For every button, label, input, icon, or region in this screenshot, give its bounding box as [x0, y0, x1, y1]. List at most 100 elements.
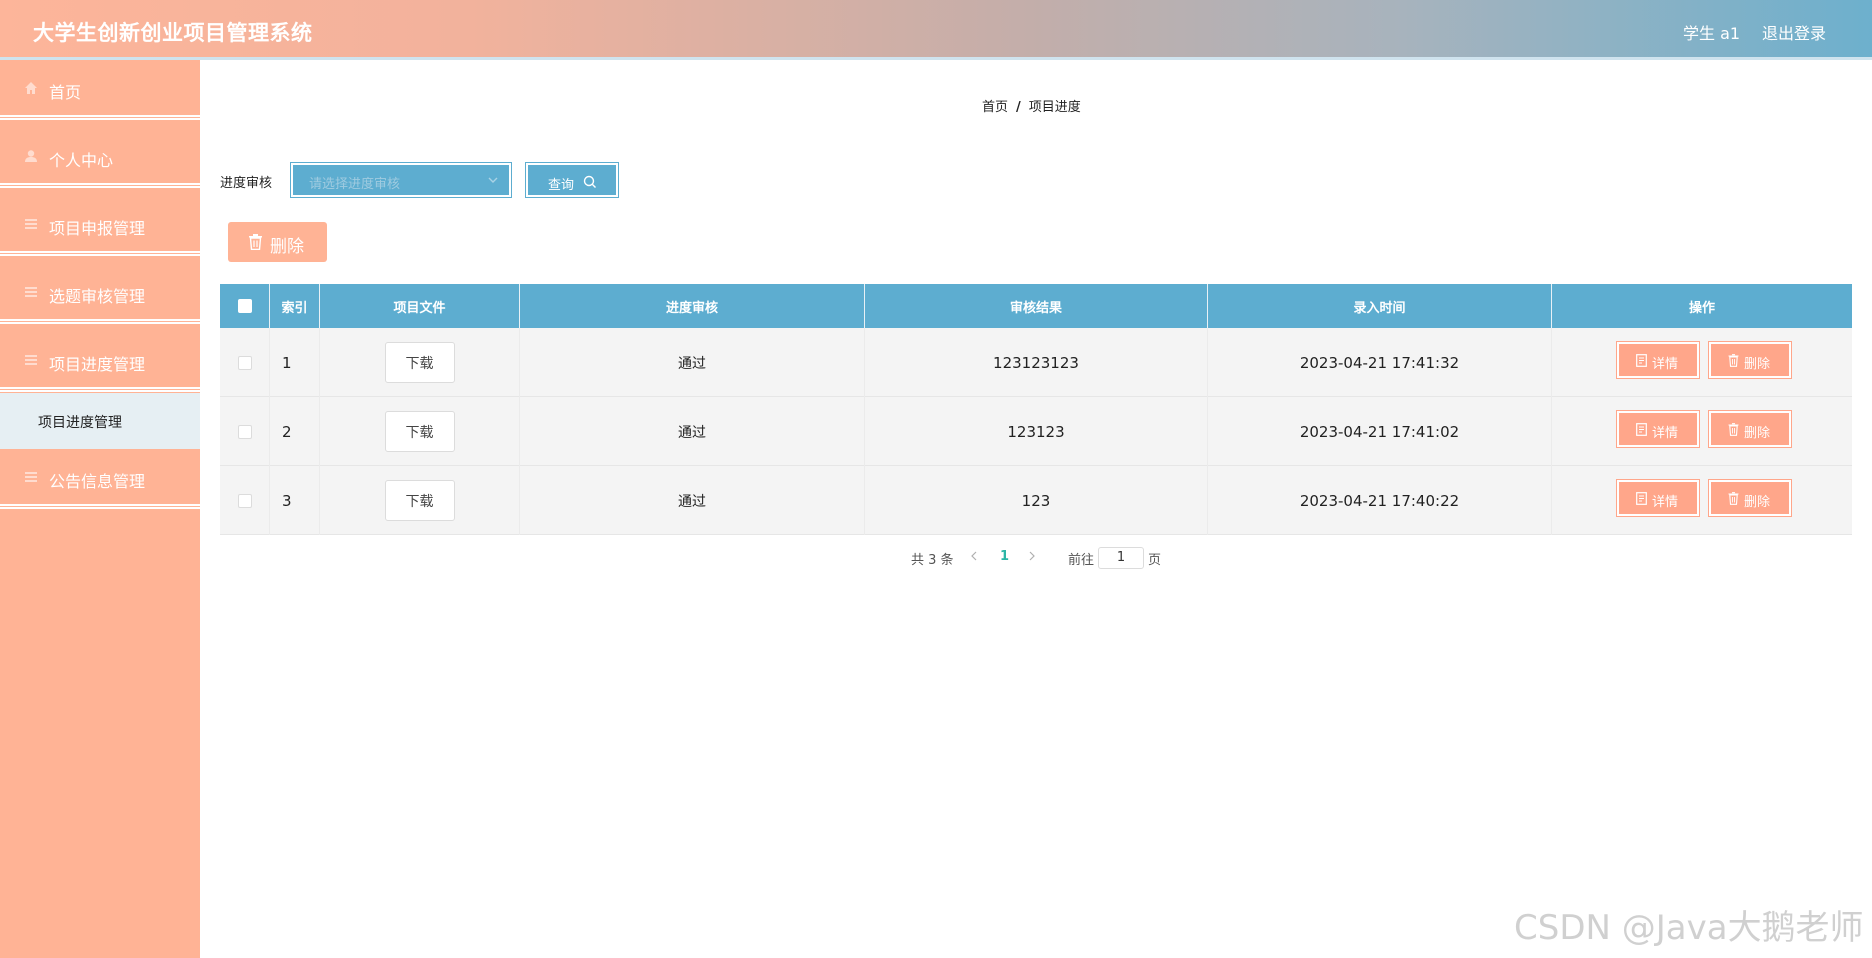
delete-button[interactable]: 删除 [1708, 341, 1792, 379]
row-file-cell: 下载 [320, 328, 520, 397]
row-file-cell: 下载 [320, 397, 520, 466]
column-header-time: 录入时间 [1208, 284, 1552, 328]
breadcrumb-separator: / [1016, 100, 1021, 115]
row-checkbox[interactable] [237, 424, 252, 439]
row-file-cell: 下载 [320, 466, 520, 535]
search-icon [583, 175, 596, 188]
row-select-cell [220, 397, 270, 466]
row-result: 123123 [865, 397, 1208, 466]
pagination-page-unit: 页 [1148, 553, 1162, 568]
delete-button-label: 删除 [1744, 495, 1771, 510]
column-header-status: 进度审核 [520, 284, 865, 328]
home-icon [25, 82, 37, 94]
column-header-actions: 操作 [1688, 300, 1715, 316]
table-header: 索引 项目文件 进度审核 审核结果 录入时间 操作 [220, 284, 1852, 328]
breadcrumb-home[interactable]: 首页 [982, 100, 1008, 115]
download-button[interactable]: 下载 [384, 342, 455, 383]
row-select-cell [220, 466, 270, 535]
pagination-current-page[interactable]: 1 [1000, 549, 1009, 564]
status-select[interactable]: 请选择进度审核 [290, 162, 512, 198]
filter-label: 进度审核 [220, 176, 273, 191]
sidebar-item-label: 项目申报管理 [49, 219, 146, 238]
sidebar-item-label: 个人中心 [49, 151, 114, 170]
pagination-total: 共 3 条 [911, 553, 954, 568]
table-row: 3 下载 通过 123 2023-04-21 17:40:22 详情 删除 [220, 466, 1852, 535]
sidebar-item-label: 项目进度管理 [49, 355, 146, 374]
row-time: 2023-04-21 17:41:02 [1208, 397, 1552, 466]
top-header: 大学生创新创业项目管理系统 学生 a1 退出登录 [0, 0, 1872, 60]
sidebar-item-topic-review[interactable]: 选题审核管理 [0, 264, 200, 324]
sidebar-item-project-apply[interactable]: 项目申报管理 [0, 196, 200, 256]
current-user: 学生 a1 [1683, 24, 1741, 43]
row-checkbox[interactable] [237, 355, 252, 370]
list-icon [25, 355, 37, 365]
document-icon [1636, 492, 1647, 505]
trash-icon [249, 234, 262, 250]
sidebar-item-label: 公告信息管理 [49, 472, 146, 491]
row-select-cell [220, 328, 270, 397]
chevron-right-icon[interactable] [1027, 550, 1037, 562]
trash-icon [1728, 492, 1739, 505]
trash-icon [1728, 354, 1739, 367]
delete-button-label: 删除 [1744, 426, 1771, 441]
chevron-down-icon [488, 177, 498, 183]
pagination-goto-label: 前往 [1068, 553, 1095, 568]
chevron-left-icon[interactable] [969, 550, 979, 562]
row-time: 2023-04-21 17:41:32 [1208, 328, 1552, 397]
row-time: 2023-04-21 17:40:22 [1208, 466, 1552, 535]
list-icon [25, 219, 37, 229]
submenu-item-label: 项目进度管理 [38, 415, 122, 431]
app-title: 大学生创新创业项目管理系统 [33, 21, 313, 45]
row-index: 1 [270, 328, 320, 397]
detail-button[interactable]: 详情 [1616, 341, 1700, 379]
detail-button[interactable]: 详情 [1616, 410, 1700, 448]
document-icon [1636, 354, 1647, 367]
bulk-delete-label: 删除 [270, 237, 304, 257]
column-header-result: 审核结果 [865, 284, 1208, 328]
row-actions: 详情 删除 [1552, 466, 1852, 535]
row-actions: 详情 删除 [1552, 397, 1852, 466]
sidebar-item-progress[interactable]: 项目进度管理 [0, 332, 200, 392]
breadcrumb-current: 项目进度 [1028, 100, 1081, 115]
column-header-index: 索引 [270, 284, 320, 328]
list-icon [25, 472, 37, 482]
row-checkbox[interactable] [237, 493, 252, 508]
breadcrumb: 首页 / 项目进度 [982, 96, 1081, 115]
pagination-goto-input[interactable]: 1 [1098, 547, 1144, 569]
sidebar: 首页 个人中心 项目申报管理 选题审核管理 项目进度管理 项目进度管理 公告信息… [0, 60, 200, 958]
download-button[interactable]: 下载 [384, 411, 455, 452]
logout-link[interactable]: 退出登录 [1762, 20, 1826, 44]
row-actions: 详情 删除 [1552, 328, 1852, 397]
list-icon [25, 287, 37, 297]
table-row: 1 下载 通过 123123123 2023-04-21 17:41:32 详情… [220, 328, 1852, 397]
document-icon [1636, 423, 1647, 436]
delete-button[interactable]: 删除 [1708, 410, 1792, 448]
sidebar-item-notice[interactable]: 公告信息管理 [0, 449, 200, 509]
sidebar-item-label: 选题审核管理 [49, 287, 146, 306]
row-result: 123123123 [865, 328, 1208, 397]
delete-button[interactable]: 删除 [1708, 479, 1792, 517]
detail-button-label: 详情 [1652, 357, 1679, 372]
row-result: 123 [865, 466, 1208, 535]
query-button-label: 查询 [548, 178, 575, 193]
select-placeholder: 请选择进度审核 [309, 177, 401, 192]
detail-button-label: 详情 [1652, 495, 1679, 510]
row-status: 通过 [520, 328, 865, 397]
delete-button-label: 删除 [1744, 357, 1771, 372]
sidebar-item-profile[interactable]: 个人中心 [0, 128, 200, 188]
detail-button-label: 详情 [1652, 426, 1679, 441]
row-index: 3 [270, 466, 320, 535]
row-status: 通过 [520, 466, 865, 535]
trash-icon [1728, 423, 1739, 436]
bulk-delete-button[interactable]: 删除 [228, 222, 327, 262]
sidebar-item-home[interactable]: 首页 [0, 60, 200, 120]
sidebar-item-label: 首页 [49, 83, 82, 102]
download-button[interactable]: 下载 [384, 480, 455, 521]
row-status: 通过 [520, 397, 865, 466]
select-all-checkbox[interactable] [237, 299, 252, 313]
submenu-item-progress-manage[interactable]: 项目进度管理 [0, 393, 200, 449]
query-button[interactable]: 查询 [525, 162, 619, 198]
column-header-file: 项目文件 [320, 284, 520, 328]
detail-button[interactable]: 详情 [1616, 479, 1700, 517]
row-index: 2 [270, 397, 320, 466]
